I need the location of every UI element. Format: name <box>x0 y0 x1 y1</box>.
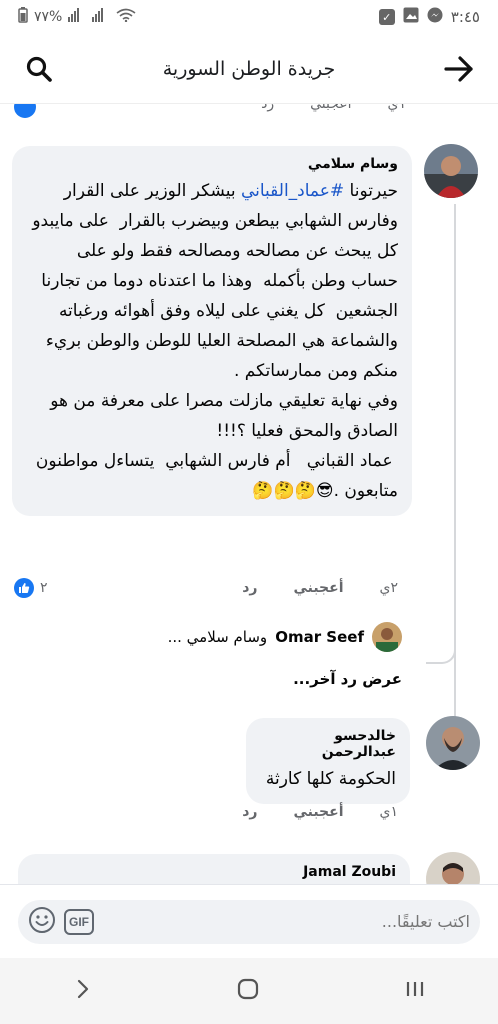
comment-actions: ١ي أعجبني رد <box>242 804 398 820</box>
comment-text: حيرتونا #عماد_القباني بيشكر الوزير على ا… <box>26 176 398 506</box>
comment-bubble: Jamal Zoubi <box>18 854 410 884</box>
avatar[interactable] <box>424 144 478 198</box>
reply-preview[interactable]: Omar Seef وسام سلامي ... <box>168 622 402 652</box>
page-title: جريدة الوطن السورية <box>162 57 336 80</box>
reply-link[interactable]: رد <box>261 104 274 112</box>
like-link[interactable]: أعجبني <box>310 104 351 112</box>
partial-comment-actions: ١ي أعجبني رد <box>261 104 406 112</box>
chevron-left-icon <box>78 979 89 999</box>
search-icon <box>26 56 52 82</box>
check-notification-icon: ✓ <box>378 9 395 25</box>
reply-snippet: وسام سلامي ... <box>167 628 268 646</box>
comment-author[interactable]: Jamal Zoubi <box>32 864 396 880</box>
avatar <box>372 622 402 652</box>
status-bar: ٧٧% ✓ ٣:٤٥ <box>0 0 498 34</box>
comment-bubble: خالدحسو عبدالرحمن الحكومة كلها كارثة <box>246 718 410 804</box>
gallery-notification-icon <box>403 7 419 27</box>
recents-icon <box>406 982 423 996</box>
like-link[interactable]: أعجبني <box>293 580 343 596</box>
comment-time: ١ي <box>379 804 399 820</box>
back-nav-button[interactable] <box>71 977 93 1005</box>
status-left: ٧٧% <box>18 7 136 27</box>
app-header: جريدة الوطن السورية <box>0 34 498 104</box>
recents-nav-button[interactable] <box>403 977 427 1005</box>
comment-input[interactable] <box>102 912 470 931</box>
like-link[interactable]: أعجبني <box>293 804 343 820</box>
arrow-right-icon <box>444 55 473 82</box>
reply-link[interactable]: رد <box>242 580 257 596</box>
home-nav-button[interactable] <box>236 977 260 1005</box>
home-icon <box>237 978 259 1000</box>
back-button[interactable] <box>442 52 476 86</box>
reaction-count: ٢ <box>40 580 48 596</box>
wifi-icon <box>116 8 136 26</box>
thumbs-up-icon <box>14 578 34 598</box>
comment-input-container[interactable]: GIF <box>18 899 480 944</box>
battery-icon <box>18 7 28 27</box>
comment-time: ٢ي <box>379 580 399 596</box>
system-nav-bar <box>0 958 498 1024</box>
hashtag-link[interactable]: #عماد_القباني <box>241 181 344 201</box>
avatar[interactable] <box>426 716 480 770</box>
comment-bubble: وسام سلامي حيرتونا #عماد_القباني بيشكر ا… <box>12 146 412 516</box>
reaction-summary[interactable]: ٢ <box>14 578 48 598</box>
avatar[interactable] <box>426 852 480 884</box>
clock: ٣:٤٥ <box>450 8 480 26</box>
comment-author[interactable]: وسام سلامي <box>26 156 398 172</box>
comments-list: ١ي أعجبني رد وسام سلامي حيرتونا #عماد_ال… <box>0 104 498 884</box>
like-reaction-icon <box>14 104 36 118</box>
comment-composer: GIF <box>0 884 498 958</box>
emoji-icon[interactable] <box>28 906 56 938</box>
thread-line-branch <box>426 634 456 664</box>
view-more-replies-link[interactable]: عرض رد آخر... <box>293 670 402 688</box>
comment-actions: ٢ي أعجبني رد <box>242 580 398 596</box>
comment-time: ١ي <box>387 104 407 112</box>
reply-author: Omar Seef <box>275 628 364 646</box>
signal-icon-2 <box>92 8 110 26</box>
status-right: ✓ ٣:٤٥ <box>378 7 480 27</box>
thread-line <box>454 204 456 764</box>
signal-icon <box>68 8 86 26</box>
comment-text-part: بيشكر الوزير على القرار وفارس الشهابي بي… <box>32 181 398 501</box>
comment-text: الحكومة كلها كارثة <box>265 769 396 789</box>
battery-level: ٧٧% <box>34 9 63 25</box>
gif-button[interactable]: GIF <box>64 908 94 935</box>
messenger-notification-icon <box>427 7 443 27</box>
search-button[interactable] <box>22 52 56 86</box>
reply-link[interactable]: رد <box>242 804 257 820</box>
comment-author[interactable]: خالدحسو عبدالرحمن <box>260 728 396 760</box>
comment-text-part: حيرتونا <box>344 181 398 201</box>
